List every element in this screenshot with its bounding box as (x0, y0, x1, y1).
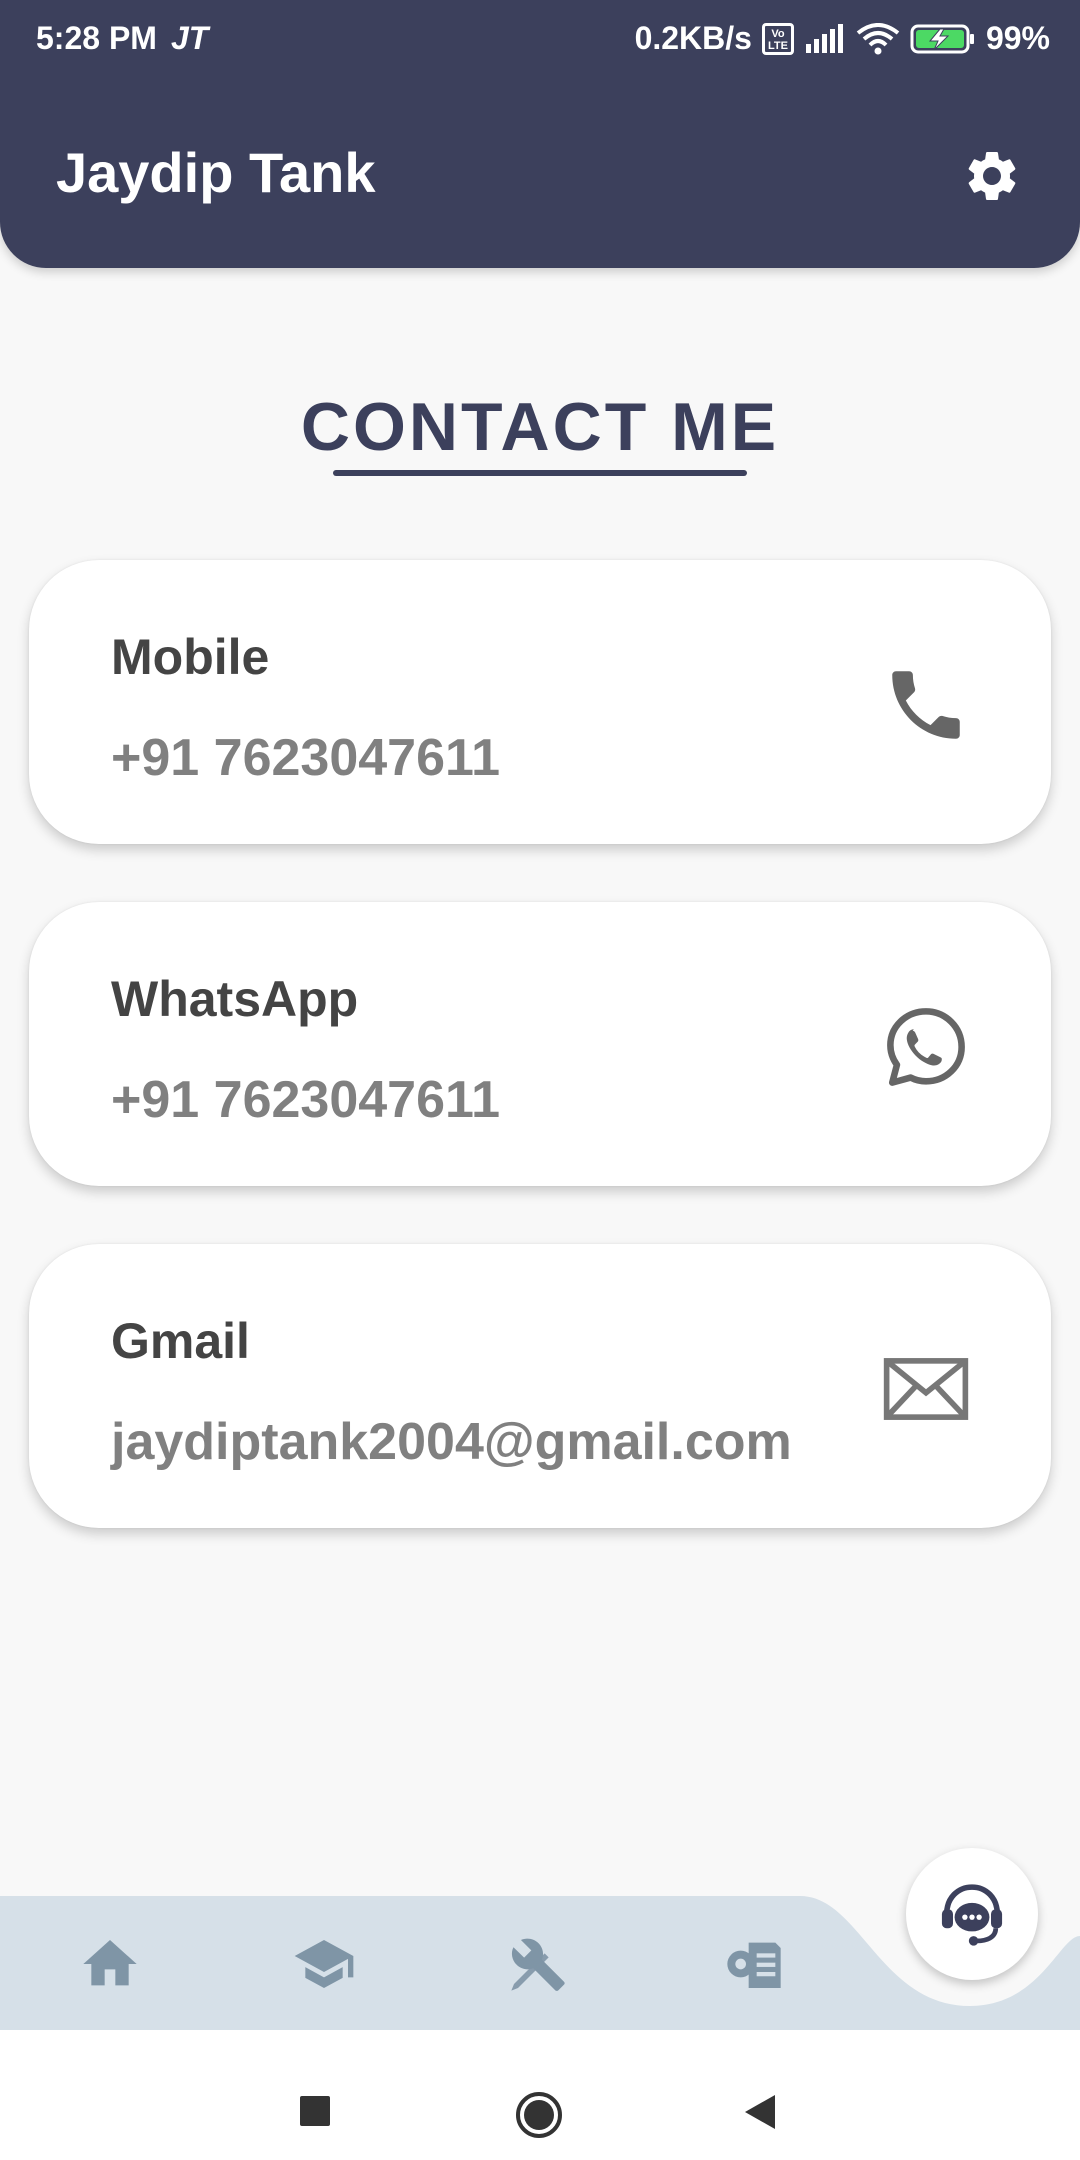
system-nav-bar (0, 2030, 1080, 2160)
mail-icon (883, 1358, 969, 1420)
phone-icon (892, 671, 960, 739)
projects-icon[interactable] (722, 1932, 786, 1996)
status-time: 5:28 PM (36, 20, 157, 56)
signal-icon (805, 23, 843, 53)
contact-card-gmail[interactable]: Gmail jaydiptank2004@gmail.com (29, 1244, 1051, 1528)
tools-icon[interactable] (506, 1932, 570, 1996)
status-bar: 5:28 PM JT 0.2KB/s Vo LTE 99% (0, 0, 1080, 78)
home-circle-icon[interactable] (514, 2090, 564, 2140)
contact-value: +91 7623047611 (111, 729, 500, 787)
section-underline (333, 470, 747, 476)
contact-card-mobile[interactable]: Mobile +91 7623047611 (29, 560, 1051, 844)
app-title: Jaydip Tank (56, 141, 376, 204)
status-speed: 0.2KB/s (634, 20, 752, 56)
contact-label: WhatsApp (111, 971, 359, 1027)
recents-icon[interactable] (298, 2094, 332, 2128)
battery-icon (910, 24, 974, 53)
section-title: CONTACT ME (300, 389, 780, 465)
contact-label: Gmail (111, 1313, 250, 1369)
contact-value: +91 7623047611 (111, 1071, 500, 1129)
app-bar: 5:28 PM JT 0.2KB/s Vo LTE 99% Jaydip Tan… (0, 0, 1080, 268)
status-carrier: JT (170, 20, 209, 56)
chat-support-icon (941, 1884, 1003, 1946)
home-icon[interactable] (78, 1932, 142, 1996)
gear-icon[interactable] (962, 146, 1022, 206)
chat-support-button[interactable] (906, 1848, 1038, 1980)
contact-label: Mobile (111, 629, 270, 685)
volte-icon: Vo LTE (761, 22, 794, 55)
graduation-cap-icon[interactable] (292, 1932, 356, 1996)
contact-value: jaydiptank2004@gmail.com (111, 1413, 792, 1471)
wifi-icon (856, 22, 900, 54)
battery-percent: 99% (985, 20, 1050, 56)
back-icon[interactable] (742, 2092, 778, 2132)
whatsapp-icon (887, 1008, 965, 1086)
contact-card-whatsapp[interactable]: WhatsApp +91 7623047611 (29, 902, 1051, 1186)
